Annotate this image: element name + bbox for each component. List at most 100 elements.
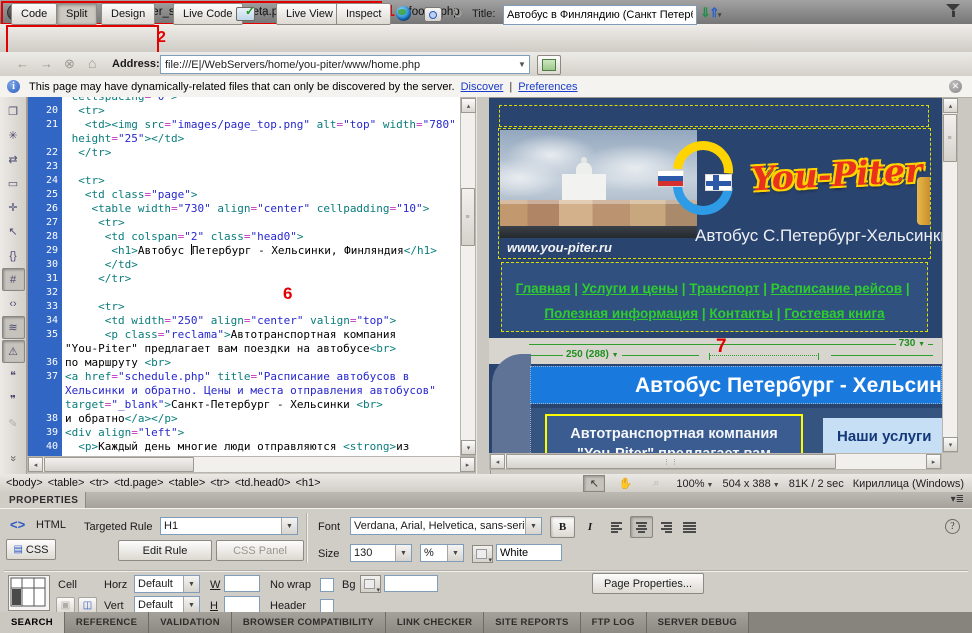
site-nav-menu[interactable]: Главная | Услуги и цены | Транспорт | Ра…: [501, 262, 928, 332]
check-browser-compatibility-icon[interactable]: ✓▾: [236, 7, 266, 22]
results-tab-browser-compatibility[interactable]: BROWSER COMPATIBILITY: [232, 612, 386, 633]
no-wrap-checkbox[interactable]: [320, 578, 334, 592]
code-line-text[interactable]: <a href="schedule.php" title="Расписание…: [62, 370, 409, 384]
results-tab-ftp-log[interactable]: FTP LOG: [581, 612, 647, 633]
split-view-button[interactable]: Split: [56, 3, 97, 25]
discover-link[interactable]: Discover: [461, 81, 504, 93]
cell-width-input[interactable]: [224, 575, 260, 592]
tag-selector-item[interactable]: <table>: [48, 477, 85, 489]
scrollbar-thumb[interactable]: ≡: [461, 188, 475, 246]
preferences-link[interactable]: Preferences: [518, 81, 577, 93]
code-line-text[interactable]: <table width="730" align="center" cellpa…: [62, 202, 429, 216]
forward-icon[interactable]: →: [40, 56, 53, 71]
code-navigator-icon[interactable]: ✳: [2, 124, 25, 147]
file-get-put-icons[interactable]: ⇓⇑▾: [700, 5, 719, 21]
scroll-up-icon[interactable]: ▴: [943, 98, 958, 113]
code-line-text[interactable]: </tr>: [62, 146, 111, 160]
code-line-text[interactable]: <p class="reclama">Автотранспортная комп…: [62, 328, 396, 342]
nav-menu-link[interactable]: Расписание рейсов: [771, 281, 902, 296]
page-heading-banner[interactable]: Автобус Петербург - Хельсинки: [530, 366, 942, 404]
filter-icon[interactable]: [946, 4, 962, 18]
results-tab-validation[interactable]: VALIDATION: [149, 612, 232, 633]
inspect-button[interactable]: Inspect: [336, 3, 391, 25]
tag-selector-item[interactable]: <h1>: [296, 477, 321, 489]
tag-selector-item[interactable]: <td.page>: [114, 477, 164, 489]
scroll-right-icon[interactable]: ▸: [460, 457, 475, 472]
remove-comment-icon[interactable]: ❞: [2, 388, 25, 411]
highlight-invalid-code-icon[interactable]: ‹›: [2, 292, 25, 315]
tag-selector-item[interactable]: <body>: [6, 477, 43, 489]
nav-menu-link[interactable]: Гостевая книга: [784, 306, 884, 321]
magnification-select[interactable]: 100%▼: [676, 478, 713, 490]
align-right-button[interactable]: [654, 516, 677, 538]
code-view-button[interactable]: Code: [11, 3, 57, 25]
align-center-button[interactable]: [630, 516, 653, 538]
html-mode-button[interactable]: HTML: [36, 519, 66, 531]
more-coding-tools-icon[interactable]: »: [2, 447, 25, 470]
text-color-swatch[interactable]: [472, 545, 493, 563]
code-line-text[interactable]: <td width="250" align="center" valign="t…: [62, 314, 396, 328]
word-wrap-icon[interactable]: ≋: [2, 316, 25, 339]
nav-menu-link[interactable]: Контакты: [709, 306, 773, 321]
results-tab-search[interactable]: SEARCH: [0, 612, 65, 633]
scrollbar-thumb[interactable]: ⋮⋮: [506, 454, 836, 469]
header-checkbox[interactable]: [320, 599, 334, 613]
nav-menu-link[interactable]: Главная: [516, 281, 571, 296]
results-tab-server-debug[interactable]: SERVER DEBUG: [647, 612, 749, 633]
balance-braces-icon[interactable]: {}: [2, 244, 25, 267]
back-icon[interactable]: ←: [16, 56, 29, 71]
scrollbar-thumb[interactable]: [44, 457, 194, 472]
bg-color-swatch[interactable]: [360, 575, 381, 593]
site-header-image[interactable]: You-Piter Автобус С.Петербург-Хельсинки …: [498, 128, 931, 259]
services-box[interactable]: Наши услуги: [823, 418, 942, 454]
code-line-text[interactable]: <tr>: [62, 174, 105, 188]
syntax-error-alerts-icon[interactable]: ⚠: [2, 340, 25, 363]
code-line-text[interactable]: </td>: [62, 258, 138, 272]
window-size-select[interactable]: 504 x 388▼: [722, 478, 779, 490]
code-vertical-scrollbar[interactable]: ▴ ≡ ▾: [460, 97, 476, 456]
company-intro-box[interactable]: Автотранспортная компания "You-Piter" пр…: [545, 414, 803, 454]
zoom-tool-icon[interactable]: ⌕: [645, 475, 667, 492]
size-select[interactable]: 130▼: [350, 544, 412, 562]
live-view-button[interactable]: Live View: [276, 3, 343, 25]
scroll-down-icon[interactable]: ▾: [461, 440, 476, 455]
bold-button[interactable]: B: [550, 516, 575, 538]
code-line-text[interactable]: [62, 286, 65, 300]
code-line-text[interactable]: <td colspan="2" class="head0">: [62, 230, 303, 244]
panel-menu-icon[interactable]: ▾≣: [951, 494, 964, 505]
address-input[interactable]: [161, 59, 518, 71]
code-line-text[interactable]: Хельсинки и обратно. Цены и места отправ…: [62, 384, 436, 398]
code-horizontal-scrollbar[interactable]: ◂ ▸: [27, 456, 476, 473]
cell-height-input[interactable]: [224, 596, 260, 613]
scroll-down-icon[interactable]: ▾: [943, 437, 958, 452]
address-dropdown-icon[interactable]: ▼: [518, 60, 529, 69]
collapse-selection-icon[interactable]: ▭: [2, 172, 25, 195]
code-line-text[interactable]: <td class="page">: [62, 188, 197, 202]
code-line-text[interactable]: <p>Каждый день многие люди отправляются …: [62, 440, 409, 454]
format-source-code-icon[interactable]: ✎: [2, 412, 25, 435]
horz-align-select[interactable]: Default▼: [134, 575, 200, 593]
results-tab-site-reports[interactable]: SITE REPORTS: [484, 612, 580, 633]
apply-comment-icon[interactable]: ❝: [2, 364, 25, 387]
properties-panel-tab[interactable]: PROPERTIES: [0, 492, 86, 508]
table-width-guide-730[interactable]: [529, 344, 933, 345]
targeted-rule-select[interactable]: H1▼: [160, 517, 298, 535]
design-vertical-scrollbar[interactable]: ▴ ≡ ▾: [942, 97, 958, 453]
nav-menu-link[interactable]: Полезная информация: [544, 306, 698, 321]
bg-color-input[interactable]: [384, 575, 438, 592]
code-line-text[interactable]: и обратно</a></p>: [62, 412, 178, 426]
code-line-text[interactable]: <td><img src="images/page_top.png" alt="…: [62, 118, 456, 132]
nav-menu-link[interactable]: Транспорт: [689, 281, 759, 296]
design-horizontal-scrollbar[interactable]: ◂ ⋮⋮ ▸: [489, 453, 942, 470]
column-width-label-250[interactable]: 250 (288) ▼: [563, 349, 622, 360]
design-view-button[interactable]: Design: [101, 3, 155, 25]
line-numbers-icon[interactable]: #: [2, 268, 25, 291]
nav-menu-link[interactable]: Услуги и цены: [582, 281, 678, 296]
design-view-pane[interactable]: You-Piter Автобус С.Петербург-Хельсинки …: [489, 97, 942, 454]
browser-list-icon[interactable]: [537, 55, 561, 75]
tag-selector-item[interactable]: <td.head0>: [235, 477, 291, 489]
collapse-full-tag-icon[interactable]: ⇄: [2, 148, 25, 171]
code-line-text[interactable]: cellspacing="0">: [62, 97, 178, 104]
open-documents-icon[interactable]: ❐: [2, 100, 25, 123]
align-justify-button[interactable]: [678, 516, 701, 538]
